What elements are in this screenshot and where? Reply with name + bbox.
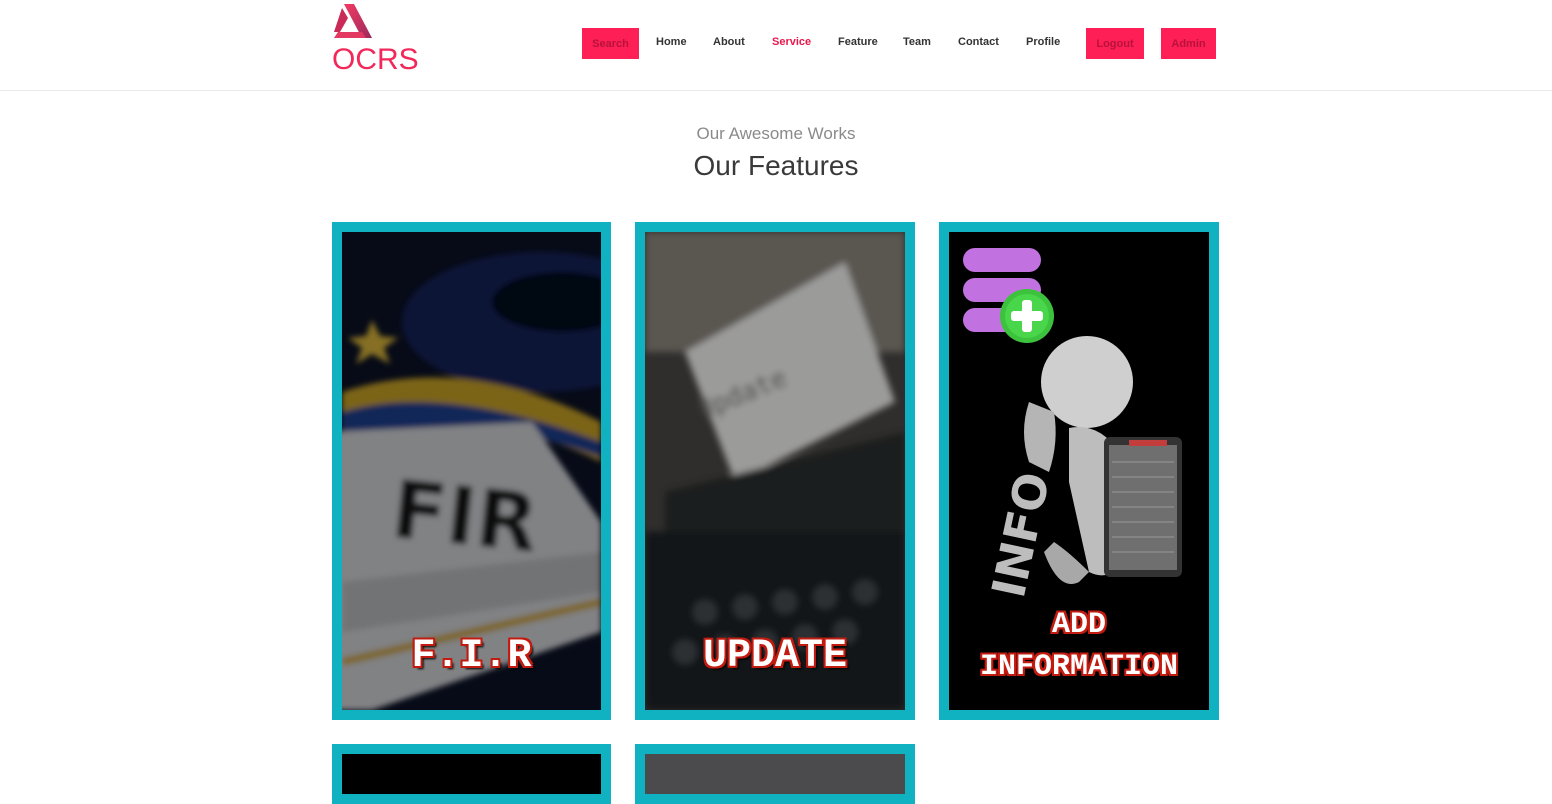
add-information-image: INFO ADD INFORMATION (949, 232, 1209, 710)
nav-contact[interactable]: Contact (958, 36, 999, 48)
search-button[interactable]: Search (582, 28, 639, 59)
fir-caption: F.I.R (411, 634, 532, 679)
row2-card-2-image (645, 754, 905, 794)
info-letters-text: INFO (981, 468, 1060, 603)
figure-with-info-letters: INFO (981, 336, 1182, 602)
add-information-caption-line2: INFORMATION (979, 650, 1179, 684)
site-header: OCRS Search Home About Service Feature T… (0, 0, 1552, 91)
logo-triangle-icon (334, 4, 372, 38)
feature-card-fir[interactable]: FIR F.I.R (332, 222, 611, 720)
nav-service[interactable]: Service (772, 36, 811, 48)
logout-button[interactable]: Logout (1086, 28, 1144, 59)
nav-about[interactable]: About (713, 36, 745, 48)
brand-logo[interactable]: OCRS (332, 4, 432, 84)
nav-team[interactable]: Team (903, 36, 931, 48)
update-caption: UPDATE (702, 634, 848, 679)
section-title: Our Features (693, 150, 859, 181)
feature-card-row2-2[interactable] (635, 744, 915, 804)
feature-card-add-information[interactable]: INFO ADD INFORMATION (939, 222, 1219, 720)
feature-card-update[interactable]: Update UPDATE (635, 222, 915, 720)
fir-image: FIR F.I.R (342, 232, 601, 710)
add-information-caption: ADD INFORMATION (949, 604, 1209, 688)
nav-feature[interactable]: Feature (838, 36, 878, 48)
nav-profile[interactable]: Profile (1026, 36, 1060, 48)
row2-card-1-image (342, 754, 601, 794)
add-information-caption-line1: ADD (1051, 608, 1106, 642)
admin-button[interactable]: Admin (1161, 28, 1216, 59)
update-image: Update UPDATE (645, 232, 905, 710)
feature-card-row2-1[interactable] (332, 744, 611, 804)
brand-name: OCRS (332, 43, 419, 76)
section-subtitle: Our Awesome Works (696, 124, 856, 143)
database-add-icon (963, 248, 1054, 343)
nav-home[interactable]: Home (656, 36, 687, 48)
